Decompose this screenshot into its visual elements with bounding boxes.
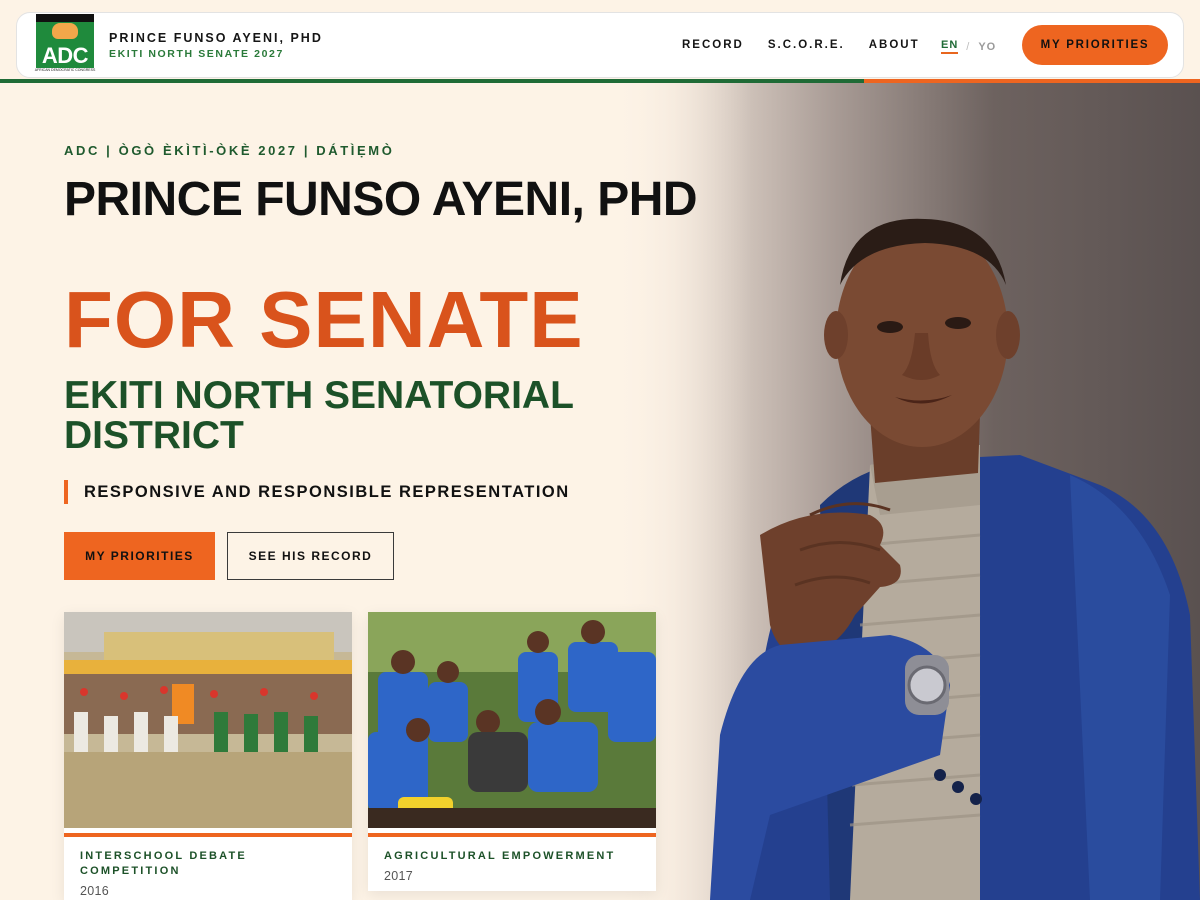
adc-party-logo[interactable]: ADC AFRICAN DEMOCRATIC CONGRESS: [35, 14, 95, 74]
card-title: INTERSCHOOL DEBATE COMPETITION: [80, 850, 247, 877]
candidate-portrait: [710, 218, 1200, 900]
card-year: 2017: [384, 869, 414, 883]
brand-block[interactable]: PRINCE FUNSO AYENI, PHD EKITI NORTH SENA…: [109, 31, 323, 60]
card-title: AGRICULTURAL EMPOWERMENT: [384, 850, 616, 862]
record-card-agriculture[interactable]: AGRICULTURAL EMPOWERMENT 2017: [368, 612, 656, 891]
agricultural-empowerment-photo: [368, 612, 656, 828]
logo-text: ADC: [36, 44, 94, 68]
header-stripe-green: [0, 79, 864, 83]
my-priorities-button[interactable]: MY PRIORITIES: [64, 532, 215, 580]
brand-name: PRINCE FUNSO AYENI, PHD: [109, 31, 323, 45]
district-heading: EKITI NORTH SENATORIAL DISTRICT: [64, 374, 574, 457]
handshake-icon: [36, 14, 94, 44]
lang-yo-option[interactable]: YO: [978, 41, 996, 53]
nav-link-about[interactable]: ABOUT: [869, 39, 920, 51]
hero-tagline: RESPONSIVE AND RESPONSIBLE REPRESENTATIO…: [64, 480, 570, 504]
candidate-name-heading: PRINCE FUNSO AYENI, PHD: [64, 173, 698, 226]
lang-en-option[interactable]: EN: [941, 39, 959, 54]
language-switcher: EN / YO: [941, 39, 996, 54]
header-stripe-orange: [864, 79, 1200, 83]
site-header: ADC AFRICAN DEMOCRATIC CONGRESS PRINCE F…: [16, 12, 1184, 78]
nav-link-record[interactable]: RECORD: [682, 39, 744, 51]
see-record-button[interactable]: SEE HIS RECORD: [227, 532, 394, 580]
hero-kicker: ADC | ÒGÒ ÈKÌTÌ-ÒKÈ 2027 | DÁTÌẸMÒ: [64, 143, 395, 158]
card-year: 2016: [80, 884, 110, 898]
nav-link-score[interactable]: S.C.O.R.E.: [768, 39, 845, 51]
record-card-debate[interactable]: INTERSCHOOL DEBATE COMPETITION 2016: [64, 612, 352, 900]
debate-competition-photo: [64, 612, 352, 828]
lang-separator: /: [966, 40, 971, 53]
logo-subtext: AFRICAN DEMOCRATIC CONGRESS: [34, 68, 96, 72]
header-priorities-button[interactable]: MY PRIORITIES: [1022, 25, 1168, 65]
brand-subtitle: EKITI NORTH SENATE 2027: [109, 48, 284, 60]
main-nav: RECORD S.C.O.R.E. ABOUT: [682, 39, 920, 51]
for-senate-headline: FOR SENATE: [64, 275, 584, 364]
